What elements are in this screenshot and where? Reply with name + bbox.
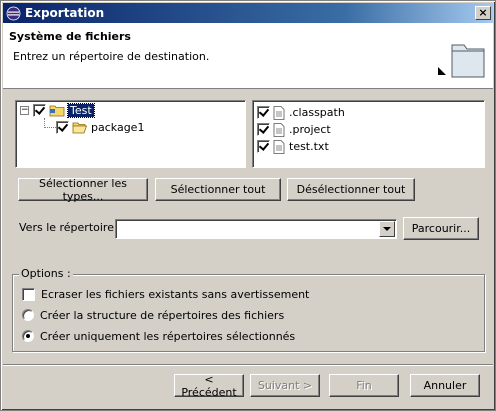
finish-button[interactable]: Fin (329, 374, 399, 397)
create-selected-radio[interactable] (22, 330, 34, 342)
close-window-button[interactable]: × (475, 6, 491, 20)
list-item[interactable]: test.txt (257, 138, 329, 155)
tree-checkbox-package1[interactable] (56, 121, 69, 134)
eclipse-icon (6, 6, 21, 21)
file-checkbox[interactable] (257, 106, 270, 119)
collapse-icon[interactable]: − (20, 106, 29, 115)
tree-connector (44, 118, 56, 128)
project-tree[interactable]: − Test package1 (15, 100, 246, 168)
title-bar[interactable]: Exportation × (3, 3, 493, 23)
footer-separator (3, 364, 493, 366)
file-list[interactable]: .classpath .project test.txt (252, 100, 485, 168)
tree-label-package1: package1 (91, 121, 145, 134)
window-title: Exportation (25, 6, 105, 20)
tree-checkbox-test[interactable] (33, 104, 46, 117)
directory-label: Vers le répertoire : (19, 221, 122, 234)
overwrite-option[interactable]: Ecraser les fichiers existants sans aver… (22, 286, 309, 302)
select-types-button[interactable]: Sélectionner les types... (18, 177, 148, 203)
create-structure-option[interactable]: Créer la structure de répertoires des fi… (22, 307, 284, 323)
project-folder-icon (49, 104, 65, 117)
file-icon (273, 139, 285, 154)
create-structure-label: Créer la structure de répertoires des fi… (40, 308, 285, 322)
tree-item-package1[interactable]: package1 (56, 119, 144, 136)
page-description: Entrez un répertoire de destination. (13, 50, 210, 63)
back-button[interactable]: < Précédent (174, 373, 244, 399)
folder-banner-icon (434, 35, 486, 87)
directory-combo[interactable] (115, 219, 397, 239)
file-label: test.txt (289, 140, 329, 153)
overwrite-checkbox[interactable] (22, 287, 35, 301)
tree-label-test: Test (67, 103, 95, 118)
page-title: Système de fichiers (9, 30, 131, 43)
cancel-button[interactable]: Annuler (410, 374, 480, 397)
options-group-title: Options : (19, 267, 73, 280)
file-checkbox[interactable] (257, 140, 270, 153)
chevron-down-icon[interactable] (379, 221, 395, 237)
overwrite-label: Ecraser les fichiers existants sans aver… (41, 287, 310, 301)
list-item[interactable]: .project (257, 121, 331, 138)
create-selected-label: Créer uniquement les répertoires sélecti… (40, 329, 296, 343)
wizard-header: Système de fichiers Entrez un répertoire… (3, 23, 493, 89)
select-all-button[interactable]: Sélectionner tout (155, 178, 281, 201)
directory-input[interactable] (118, 221, 376, 237)
create-selected-option[interactable]: Créer uniquement les répertoires sélecti… (22, 328, 295, 344)
export-wizard-window: Exportation × Système de fichiers Entrez… (0, 0, 496, 411)
create-structure-radio[interactable] (22, 309, 34, 321)
file-icon (273, 105, 285, 120)
file-label: .classpath (289, 106, 345, 119)
list-item[interactable]: .classpath (257, 104, 345, 121)
close-icon: × (478, 6, 488, 19)
file-checkbox[interactable] (257, 123, 270, 136)
file-icon (273, 122, 285, 137)
browse-button[interactable]: Parcourir... (403, 217, 479, 240)
next-button[interactable]: Suivant > (250, 374, 320, 397)
deselect-all-button[interactable]: Désélectionner tout (287, 178, 415, 201)
file-label: .project (289, 123, 331, 136)
open-folder-icon (72, 121, 88, 134)
tree-item-test[interactable]: − Test (20, 102, 95, 119)
